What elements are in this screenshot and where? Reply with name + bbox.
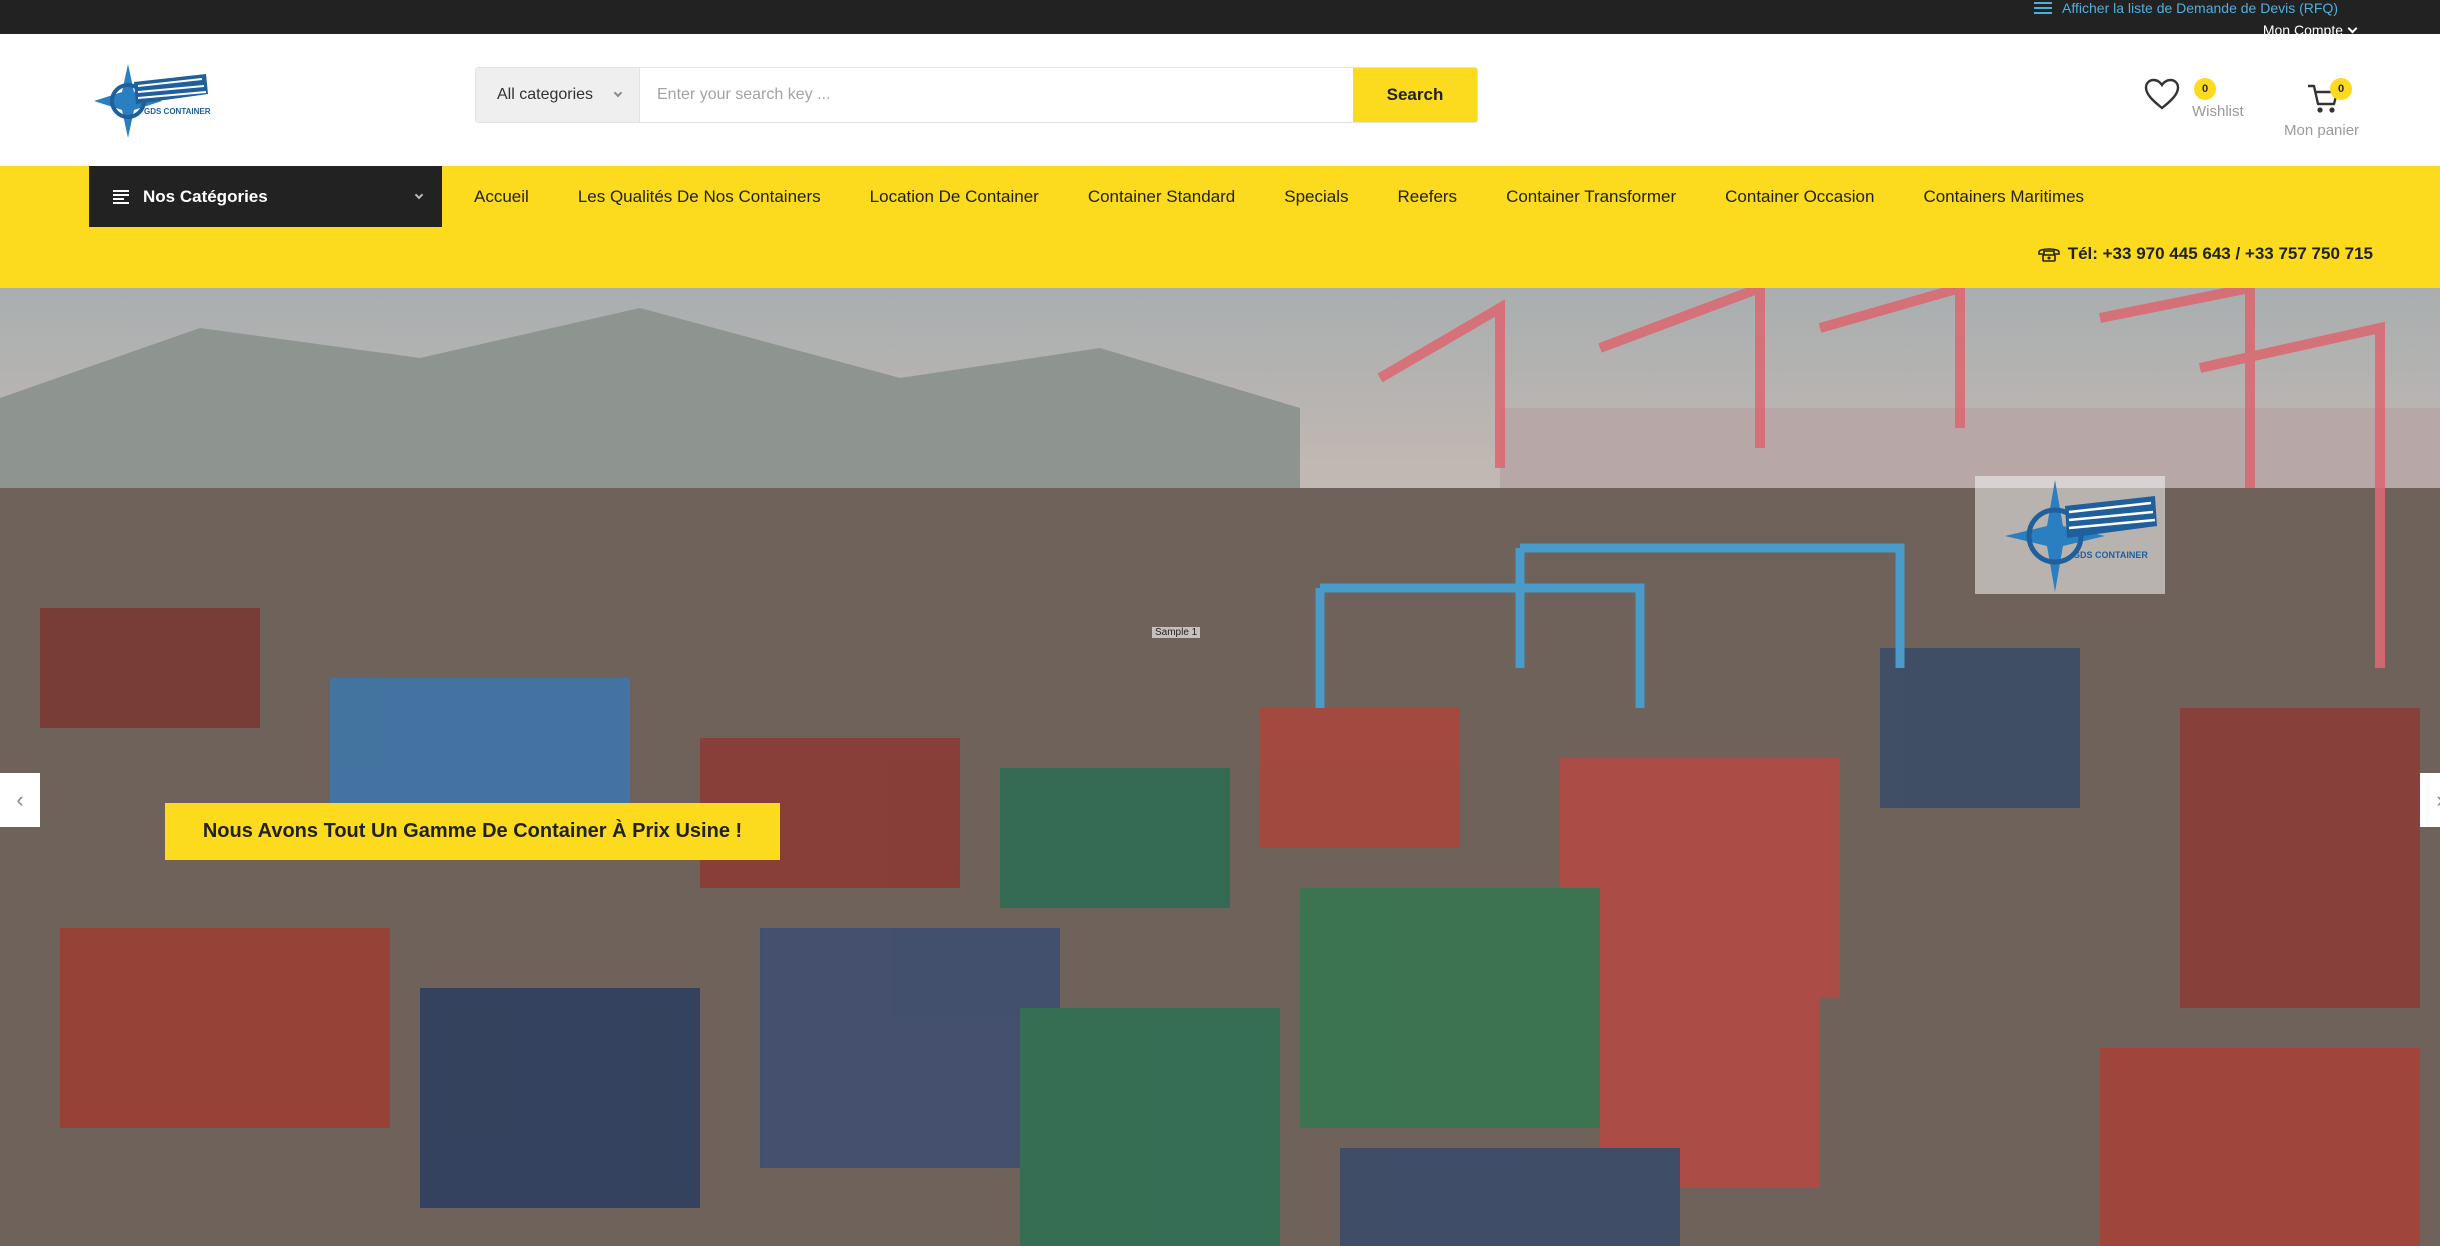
nav-item-transformer[interactable]: Container Transformer xyxy=(1506,187,1676,207)
categories-label: Nos Catégories xyxy=(143,186,268,206)
category-select-value: All categories xyxy=(497,86,594,103)
main-nav: Nos Catégories Accueil Les Qualités De N… xyxy=(0,166,2440,288)
sample-label: Sample 1 xyxy=(1152,627,1201,638)
chevron-down-icon xyxy=(613,88,623,98)
phone-number: Tél: +33 970 445 643 / +33 757 750 715 xyxy=(2067,244,2373,263)
categories-dropdown-button[interactable]: Nos Catégories xyxy=(89,166,442,227)
wishlist-link[interactable]: 0 Wishlist xyxy=(2144,78,2254,138)
slider-next-button[interactable]: › xyxy=(2420,773,2440,827)
slider-prev-button[interactable]: ‹ xyxy=(0,773,40,827)
search-button[interactable]: Search xyxy=(1353,68,1477,122)
cart-count-badge: 0 xyxy=(2330,78,2352,100)
hero-slider: GDS CONTAINER Sample 1 Nous Avons Tout U… xyxy=(0,288,2440,1246)
cart-link[interactable]: 0 Mon panier xyxy=(2284,78,2384,168)
chevron-right-icon: › xyxy=(2436,787,2440,813)
search-input[interactable] xyxy=(640,68,1353,122)
cart-label: Mon panier xyxy=(2284,122,2360,139)
rfq-label: Afficher la liste de Demande de Devis (R… xyxy=(2062,0,2338,16)
menu-icon xyxy=(113,189,129,204)
nav-item-occasion[interactable]: Container Occasion xyxy=(1725,187,1874,207)
nav-item-qualites[interactable]: Les Qualités De Nos Containers xyxy=(578,187,821,207)
hero-banner[interactable]: Nous Avons Tout Un Gamme De Container À … xyxy=(165,803,780,860)
hero-logo-text: GDS CONTAINER xyxy=(2073,550,2148,560)
nav-item-location[interactable]: Location De Container xyxy=(870,187,1039,207)
category-select[interactable]: All categories xyxy=(476,68,640,122)
rfq-link[interactable]: Afficher la liste de Demande de Devis (R… xyxy=(2034,0,2338,16)
header: GDS CONTAINER All categories Search 0 Wi… xyxy=(0,34,2440,166)
wishlist-count-badge: 0 xyxy=(2194,78,2216,100)
nav-item-maritimes[interactable]: Containers Maritimes xyxy=(1923,187,2084,207)
hero-background-image xyxy=(0,288,2440,1246)
search-bar: All categories Search xyxy=(475,67,1478,123)
phone-icon xyxy=(2037,248,2060,262)
site-logo[interactable]: GDS CONTAINER xyxy=(88,64,214,138)
nav-item-specials[interactable]: Specials xyxy=(1284,187,1348,207)
chevron-left-icon: ‹ xyxy=(16,787,24,812)
phone-contact: Tél: +33 970 445 643 / +33 757 750 715 xyxy=(2037,244,2373,264)
chevron-down-icon xyxy=(414,190,424,199)
nav-item-standard[interactable]: Container Standard xyxy=(1088,187,1235,207)
nav-menu: Accueil Les Qualités De Nos Containers L… xyxy=(474,166,2084,227)
nav-item-accueil[interactable]: Accueil xyxy=(474,187,529,207)
top-bar: Afficher la liste de Demande de Devis (R… xyxy=(0,0,2440,38)
hero-logo: GDS CONTAINER xyxy=(1975,476,2165,594)
nav-item-reefers[interactable]: Reefers xyxy=(1398,187,1458,207)
wishlist-label: Wishlist xyxy=(2192,103,2244,120)
logo-text: GDS CONTAINER xyxy=(144,107,211,116)
list-icon xyxy=(2034,2,2053,14)
chevron-down-icon xyxy=(2347,23,2358,33)
hero-banner-text: Nous Avons Tout Un Gamme De Container À … xyxy=(202,820,743,842)
heart-icon xyxy=(2144,78,2180,110)
